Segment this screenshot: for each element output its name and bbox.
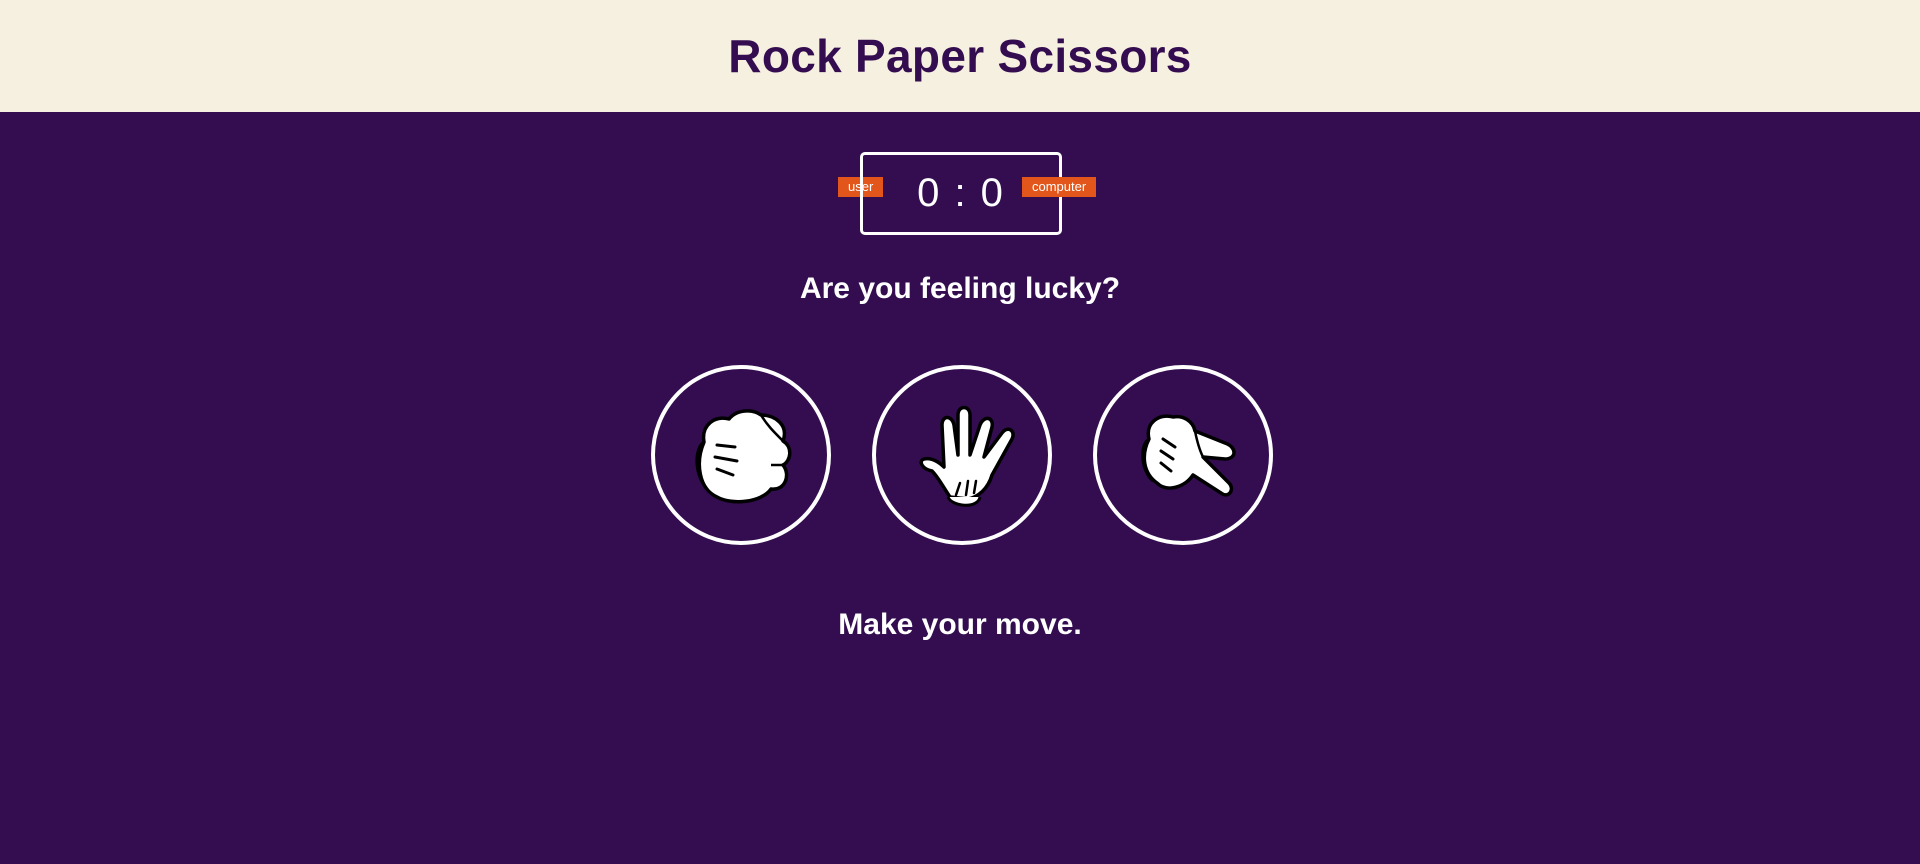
page-header: Rock Paper Scissors [0,0,1920,112]
status-message: Make your move. [838,608,1082,641]
scissors-hand-icon [1141,414,1236,497]
computer-label-badge: computer [1022,177,1097,197]
page-title: Rock Paper Scissors [728,30,1192,82]
prompt-message: Are you feeling lucky? [799,272,1121,305]
paper-button[interactable] [872,365,1052,545]
score-display: 0 : 0 [917,171,1005,215]
game-area: user 0 : 0 computer Are you feeling luck… [0,112,1920,864]
rock-button[interactable] [651,365,831,545]
paper-hand-icon [919,405,1015,507]
rock-hand-icon [695,409,792,504]
scissors-button[interactable] [1093,365,1273,545]
